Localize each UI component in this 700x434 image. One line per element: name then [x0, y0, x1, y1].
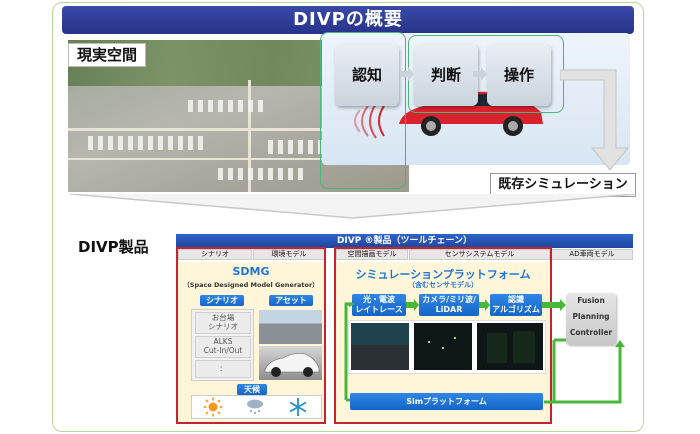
asset-road-image — [259, 310, 322, 344]
asset-button[interactable]: アセット — [269, 295, 313, 306]
fpc-line-2: Planning — [572, 312, 610, 321]
divp-product-label: DIVP製品 — [70, 236, 157, 258]
scenario-item-odaiba[interactable]: お台場 シナリオ — [195, 312, 251, 334]
to-existing-sim-arrow — [560, 69, 630, 171]
fpc-line-1: Fusion — [577, 296, 605, 305]
toolchain-header: DIVP ®製品（ツールチェーン） — [176, 234, 633, 248]
scenario-button[interactable]: シナリオ — [200, 295, 244, 306]
process-arrows — [400, 67, 487, 81]
weather-button[interactable]: 天候 — [237, 384, 267, 395]
sun-icon — [203, 397, 223, 417]
asset-car-image — [259, 346, 322, 380]
down-chevron-icon — [70, 194, 636, 219]
fpc-line-3: Controller — [569, 328, 613, 337]
scenario-item-more: ： — [195, 360, 251, 378]
platform-subtitle: （含むセンサモデル） — [408, 281, 478, 289]
fusion-planning-controller: Fusion Planning Controller — [566, 293, 616, 345]
page-title: DIVPの概要 — [62, 6, 634, 34]
real-space-label: 現実空間 — [68, 43, 147, 67]
scenario-item-alks[interactable]: ALKS Cut-In/Out — [195, 336, 251, 358]
action-step: 操作 — [487, 44, 551, 106]
sdmg-title: SDMG — [232, 265, 270, 278]
tab-ad-vehicle: AD車両モデル — [551, 249, 633, 260]
snowflake-icon — [289, 398, 307, 416]
snow-cloud-icon — [247, 399, 263, 415]
sdmg-subtitle: （Space Designed Model Generator） — [183, 281, 319, 289]
perception-step: 認知 — [335, 44, 399, 106]
